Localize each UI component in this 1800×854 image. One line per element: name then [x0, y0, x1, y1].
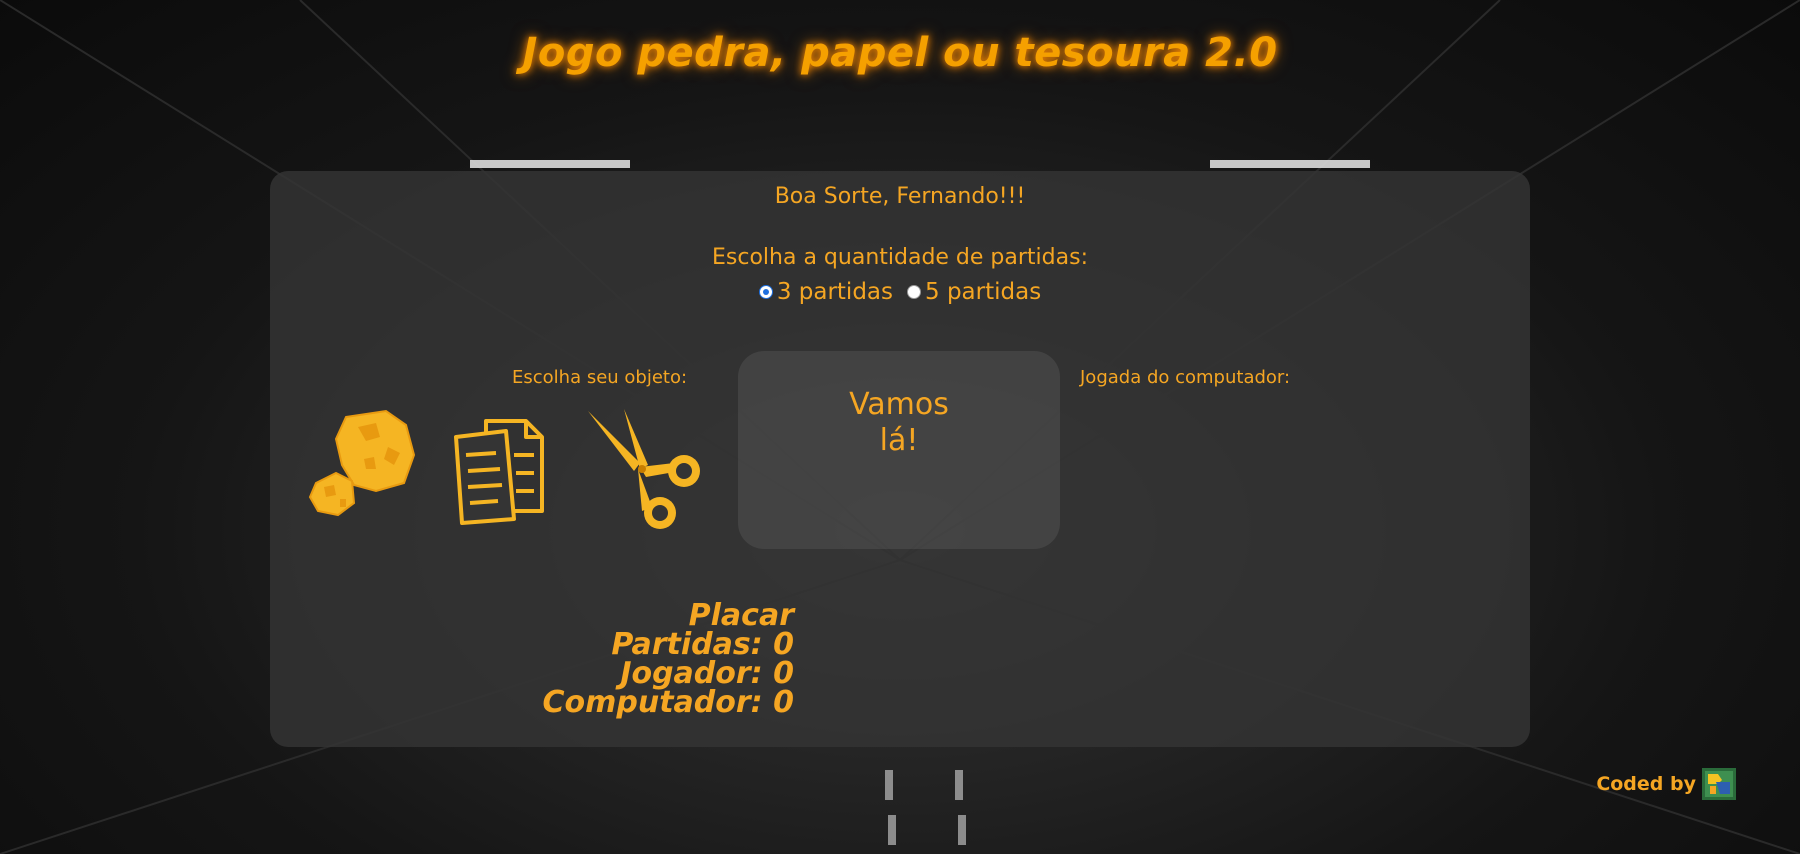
result-box: Vamos lá! [738, 351, 1060, 549]
matches-options: 3 partidas 5 partidas [270, 279, 1530, 305]
computer-prompt: Jogada do computador: [1080, 367, 1291, 388]
player-objects [306, 407, 706, 537]
footer-credit: Coded by [1596, 768, 1736, 800]
score-player: Jogador: 0 [620, 656, 794, 691]
radio-5-matches[interactable] [907, 285, 921, 299]
game-panel: Boa Sorte, Fernando!!! Escolha a quantid… [270, 171, 1530, 747]
score-computer: Computador: 0 [542, 685, 795, 720]
player-prompt: Escolha seu objeto: [512, 367, 688, 388]
result-message: Vamos lá! [738, 387, 1060, 459]
page-title: Jogo pedra, papel ou tesoura 2.0 [522, 30, 1278, 76]
scoreboard: Placar Partidas: 0 Jogador: 0 Computador… [270, 598, 795, 720]
option-5-matches-label: 5 partidas [925, 279, 1042, 305]
option-3-matches-label: 3 partidas [776, 279, 893, 305]
result-line-2: lá! [879, 423, 919, 458]
radio-3-matches[interactable] [758, 285, 773, 299]
score-title: Placar [688, 598, 794, 633]
greeting: Boa Sorte, Fernando!!! [774, 184, 1026, 209]
footer-text: Coded by [1596, 773, 1696, 795]
matches-prompt: Escolha a quantidade de partidas: [712, 245, 1088, 270]
option-3-matches[interactable]: 3 partidas [758, 279, 893, 305]
option-5-matches[interactable]: 5 partidas [907, 279, 1041, 305]
author-logo[interactable] [1702, 768, 1736, 800]
scissors-icon[interactable] [584, 407, 708, 531]
rock-icon[interactable] [306, 407, 416, 519]
result-line-1: Vamos [849, 387, 949, 422]
paper-icon[interactable] [452, 415, 550, 525]
score-matches: Partidas: 0 [611, 627, 794, 662]
